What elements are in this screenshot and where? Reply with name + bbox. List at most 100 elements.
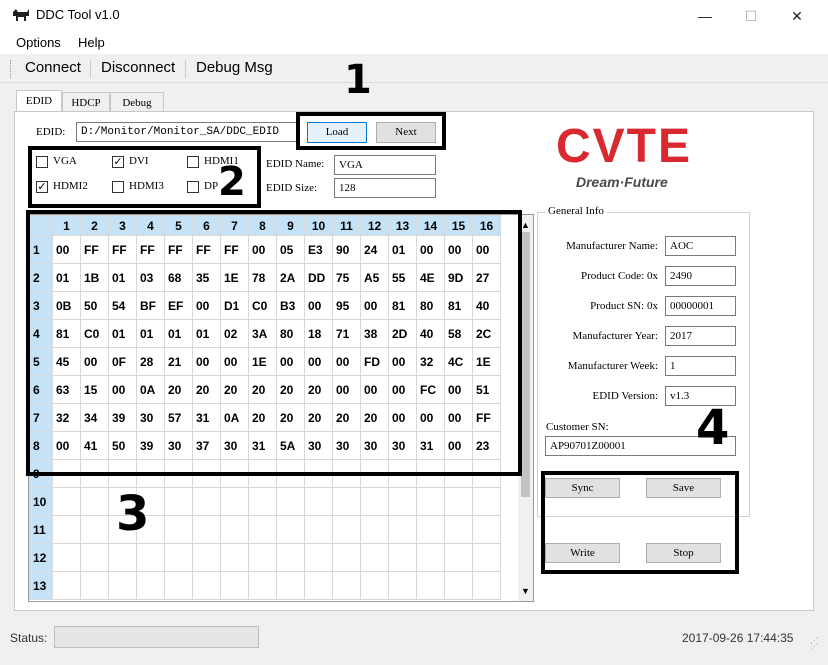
hex-cell[interactable] [220,487,249,516]
hex-cell[interactable] [192,571,221,600]
write-button[interactable]: Write [545,543,620,563]
scroll-down-icon[interactable]: ▼ [521,586,530,596]
stop-button[interactable]: Stop [646,543,721,563]
hex-cell[interactable] [416,543,445,572]
hex-cell[interactable] [388,543,417,572]
hex-cell[interactable] [52,487,81,516]
load-button[interactable]: Load [307,122,367,143]
hex-cell[interactable] [192,487,221,516]
hex-cell[interactable] [332,571,361,600]
hex-cell[interactable] [220,571,249,600]
hex-cell[interactable] [164,571,193,600]
hex-cell[interactable] [360,543,389,572]
hex-cell[interactable] [472,487,501,516]
hex-cell[interactable] [80,515,109,544]
hex-cell[interactable] [472,571,501,600]
debug-msg-button[interactable]: Debug Msg [196,59,273,76]
hex-cell[interactable] [416,515,445,544]
hex-cell[interactable] [444,571,473,600]
connect-button[interactable]: Connect [25,59,81,76]
hex-cell[interactable] [192,515,221,544]
tab-edid[interactable]: EDID [16,90,62,113]
hex-cell[interactable] [304,487,333,516]
minimize-button[interactable]: — [682,0,728,32]
port-checkbox-dp[interactable] [187,181,199,193]
hex-cell[interactable] [276,515,305,544]
hex-cell[interactable] [80,571,109,600]
port-checkbox-hdmi3[interactable] [112,181,124,193]
hex-cell[interactable] [360,571,389,600]
hex-cell[interactable] [80,487,109,516]
hex-cell[interactable] [444,487,473,516]
sync-button[interactable]: Sync [545,478,620,498]
edid-name-field[interactable]: VGA [334,155,436,175]
info-field[interactable]: 2017 [665,326,736,346]
next-button[interactable]: Next [376,122,436,143]
hex-cell[interactable] [136,571,165,600]
close-button[interactable]: ✕ [774,0,820,32]
tab-hdcp[interactable]: HDCP [62,92,110,113]
window-title: DDC Tool v1.0 [36,7,120,22]
save-button[interactable]: Save [646,478,721,498]
hex-cell[interactable] [388,515,417,544]
hex-cell[interactable] [276,487,305,516]
hex-cell[interactable] [220,543,249,572]
menu-help[interactable]: Help [78,35,105,50]
scroll-up-icon[interactable]: ▲ [521,220,530,230]
port-checkbox-dvi[interactable]: ✓ [112,156,124,168]
hex-cell[interactable] [388,571,417,600]
hex-cell[interactable] [388,487,417,516]
hex-cell[interactable] [276,571,305,600]
hex-cell[interactable] [360,515,389,544]
hex-cell[interactable] [164,543,193,572]
hex-cell[interactable] [332,487,361,516]
hex-cell[interactable] [304,571,333,600]
hex-cell[interactable] [220,515,249,544]
hex-cell[interactable] [52,571,81,600]
info-label: Manufacturer Year: [572,330,658,342]
hex-cell[interactable] [276,543,305,572]
hex-cell[interactable] [164,487,193,516]
port-checkbox-hdmi2[interactable]: ✓ [36,181,48,193]
hex-cell[interactable] [304,543,333,572]
info-field[interactable]: AOC [665,236,736,256]
hex-cell[interactable] [248,515,277,544]
hex-cell[interactable] [248,487,277,516]
info-field[interactable]: 00000001 [665,296,736,316]
annotation-box-3 [26,210,522,476]
hex-cell[interactable] [360,487,389,516]
menu-options[interactable]: Options [16,35,61,50]
info-label: Manufacturer Week: [567,360,658,372]
hex-cell[interactable] [416,571,445,600]
hex-cell[interactable] [248,543,277,572]
hex-cell[interactable] [444,543,473,572]
info-field[interactable]: 2490 [665,266,736,286]
hex-cell[interactable] [136,543,165,572]
hex-cell[interactable] [108,571,137,600]
hex-cell[interactable] [416,487,445,516]
maximize-button[interactable]: ☐ [728,0,774,32]
scrollbar-thumb[interactable] [521,232,530,497]
hex-cell[interactable] [332,543,361,572]
edid-size-field[interactable]: 128 [334,178,436,198]
row-header: 13 [29,571,53,600]
disconnect-button[interactable]: Disconnect [101,59,175,76]
hex-cell[interactable] [472,515,501,544]
port-checkbox-vga[interactable] [36,156,48,168]
hex-cell[interactable] [164,515,193,544]
hex-cell[interactable] [108,543,137,572]
hex-cell[interactable] [52,543,81,572]
hex-cell[interactable] [80,543,109,572]
hex-cell[interactable] [192,543,221,572]
info-field[interactable]: 1 [665,356,736,376]
hex-cell[interactable] [248,571,277,600]
hex-cell[interactable] [332,515,361,544]
port-checkbox-hdmi1[interactable] [187,156,199,168]
tab-debug[interactable]: Debug [110,92,164,113]
resize-grip-icon[interactable]: ⋰ ⋰ [810,637,822,651]
hex-cell[interactable] [304,515,333,544]
edid-path-input[interactable]: D:/Monitor/Monitor_SA/DDC_EDID [76,122,298,142]
hex-cell[interactable] [472,543,501,572]
hex-cell[interactable] [52,515,81,544]
hex-cell[interactable] [444,515,473,544]
